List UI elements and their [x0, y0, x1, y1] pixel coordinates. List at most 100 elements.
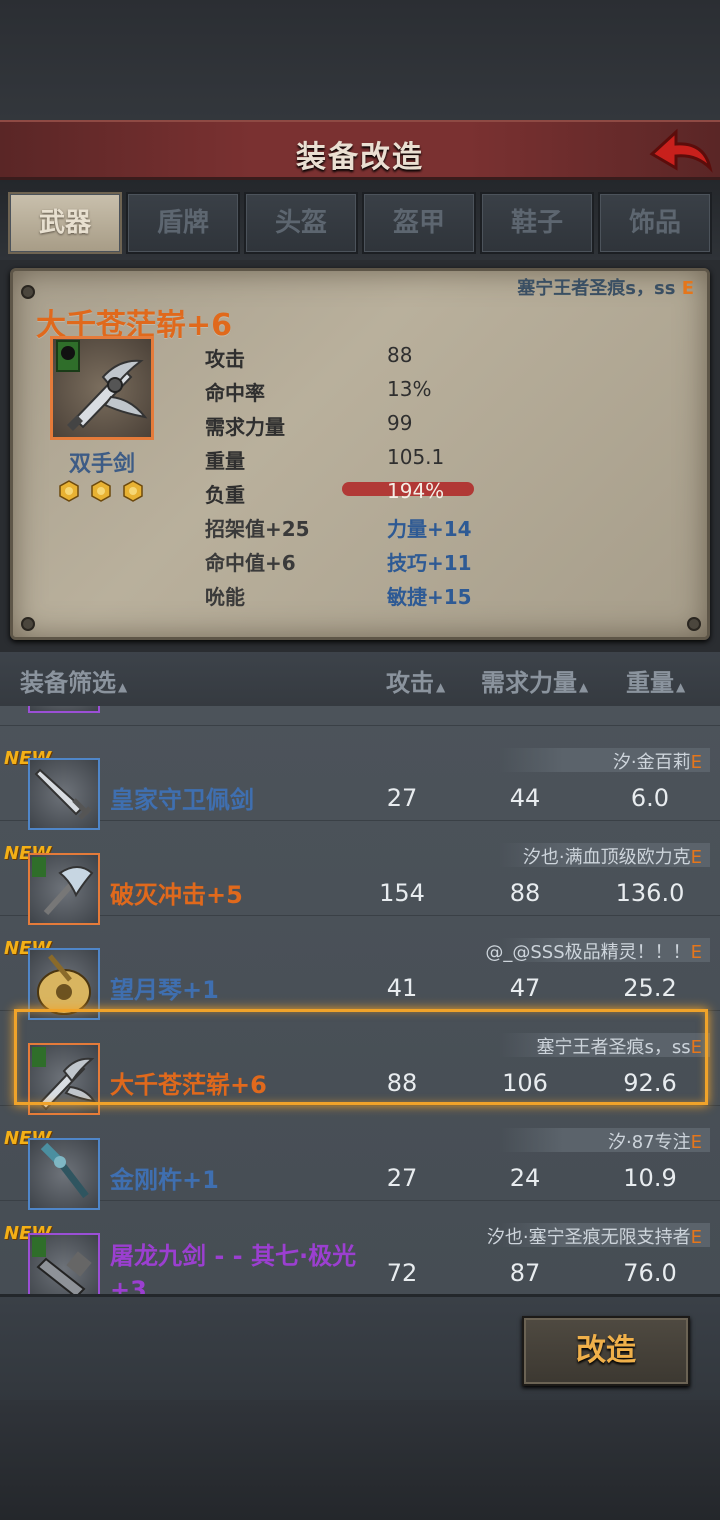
- bottom-area: [0, 1400, 720, 1520]
- item-weight: 76.0: [623, 1259, 677, 1287]
- stat-req-str-label: 需求力量: [205, 415, 285, 439]
- equipment-list[interactable]: 汐·金百莉E NEW 皇家守卫佩剑 27 44 6.0 汐也·满血顶级欧力克E …: [0, 706, 720, 1294]
- stat-hit-rate-label: 命中率: [205, 381, 265, 405]
- page-title: 装备改造: [296, 140, 424, 175]
- list-item-selected[interactable]: 塞宁王者圣痕s，ssE 大千苍茫崭+6 88 106 92.6: [0, 1011, 720, 1115]
- list-item[interactable]: 汐·金百莉E NEW 皇家守卫佩剑 27 44 6.0: [0, 726, 720, 830]
- owner-grade: E: [690, 847, 702, 868]
- item-weight: 136.0: [615, 879, 685, 907]
- item-weight: 25.2: [623, 974, 677, 1002]
- pin-icon: [21, 285, 35, 299]
- owner-name: 汐也·满血顶级欧力克: [522, 847, 691, 868]
- item-plus: +5: [206, 881, 243, 909]
- sword-icon: [28, 758, 100, 830]
- filter-label: 装备筛选: [20, 669, 116, 697]
- pin-icon: [21, 617, 35, 631]
- owner-name: 塞宁王者圣痕s，ss: [517, 278, 676, 299]
- gem-slot-icon: [59, 480, 79, 502]
- header: 装备改造: [0, 120, 720, 180]
- tab-label: 鞋子: [510, 208, 563, 238]
- item-name-text: 大千苍茫崭: [110, 1071, 230, 1099]
- item-plus: +3: [110, 1276, 147, 1294]
- item-type: 双手剑: [68, 452, 135, 477]
- item-owner: 汐也·塞宁圣痕无限支持者E: [487, 1223, 702, 1249]
- item-attack: 41: [386, 974, 418, 1002]
- item-required-strength: 88: [509, 879, 541, 907]
- item-owner: 汐也·满血顶级欧力克E: [523, 843, 702, 869]
- item-name: 大千苍茫崭+6: [110, 1065, 267, 1100]
- tab-accessory[interactable]: 饰品: [598, 192, 712, 254]
- stat-load-value: 194%: [387, 479, 445, 503]
- tab-shield[interactable]: 盾牌: [126, 192, 240, 254]
- pin-icon: [687, 617, 701, 631]
- bonus-left: 吮能: [205, 585, 245, 609]
- gem-slot-icon: [91, 480, 111, 502]
- item-attack: 27: [386, 784, 418, 812]
- item-attack: 27: [386, 1164, 418, 1192]
- owner-grade: E: [690, 1037, 702, 1058]
- stat-attack-value: 88: [387, 343, 413, 367]
- tab-shoes[interactable]: 鞋子: [480, 192, 594, 254]
- stat-weight-value: 105.1: [387, 445, 445, 469]
- tab-label: 饰品: [628, 208, 681, 238]
- item-name-text: 望月琴: [110, 976, 182, 1004]
- stat-load-label: 负重: [205, 483, 245, 507]
- item-attack: 154: [379, 879, 425, 907]
- list-item[interactable]: @_@SSS极品精灵！！！E NEW 望月琴+1 41 47 25.2: [0, 916, 720, 1020]
- item-name-text: 金刚杵: [110, 1166, 182, 1194]
- sort-arrow-icon: ▲: [436, 680, 446, 694]
- stat-hit-rate-value: 13%: [387, 377, 432, 401]
- item-owner: 汐·金百莉E: [613, 748, 702, 774]
- owner-name: @_@SSS极品精灵！！！: [485, 942, 691, 963]
- item-plus: +6: [230, 1071, 267, 1099]
- sort-str-label: 需求力量: [481, 669, 577, 697]
- two-handed-sword-icon: [50, 336, 154, 440]
- tab-weapon[interactable]: 武器: [8, 192, 122, 254]
- item-weight: 6.0: [630, 784, 670, 812]
- item-required-strength: 44: [509, 784, 541, 812]
- tab-helmet[interactable]: 头盔: [244, 192, 358, 254]
- sort-weight-label: 重量: [626, 669, 674, 697]
- owner-name: 塞宁王者圣痕s，ss: [536, 1037, 691, 1058]
- sort-attack[interactable]: 攻击 ▲: [386, 663, 445, 698]
- gem-slot-icon: [123, 480, 143, 502]
- tab-label: 盾牌: [156, 208, 209, 238]
- bonus-right: 技巧+11: [387, 551, 472, 575]
- item-name: 皇家守卫佩剑: [110, 780, 254, 815]
- item-required-strength: 24: [509, 1164, 541, 1192]
- item-owner: 汐·87专注E: [608, 1128, 702, 1154]
- owner-name: 汐·金百莉: [612, 752, 691, 773]
- tab-label: 盔甲: [392, 208, 445, 238]
- sort-arrow-icon: ▲: [118, 680, 128, 694]
- list-item[interactable]: 汐也·满血顶级欧力克E NEW 破灭冲击+5 154 88 136.0: [0, 821, 720, 925]
- item-required-strength: 87: [509, 1259, 541, 1287]
- list-item[interactable]: [0, 706, 720, 726]
- bonus-left: 命中值+6: [205, 551, 296, 575]
- item-attack: 88: [386, 1069, 418, 1097]
- tab-armor[interactable]: 盔甲: [362, 192, 476, 254]
- owner-name: 汐也·塞宁圣痕无限支持者: [486, 1227, 691, 1248]
- reforge-button[interactable]: 改造: [522, 1316, 690, 1386]
- vajra-icon: [28, 1138, 100, 1210]
- stat-attack-label: 攻击: [205, 347, 245, 371]
- item-weight: 10.9: [623, 1164, 677, 1192]
- bonus-left: 招架值+25: [205, 517, 310, 541]
- owner-name: 汐·87专注: [607, 1132, 691, 1153]
- bonus-right: 敏捷+15: [387, 585, 472, 609]
- back-arrow-icon: [649, 128, 713, 173]
- sort-weight[interactable]: 重量 ▲: [626, 663, 685, 698]
- list-item[interactable]: 汐·87专注E NEW 金刚杵+1 27 24 10.9: [0, 1106, 720, 1210]
- two-handed-sword-icon: [28, 1043, 100, 1115]
- item-attack: 72: [386, 1259, 418, 1287]
- greatsword-icon: [28, 1233, 100, 1294]
- item-required-strength: 106: [502, 1069, 548, 1097]
- filter-button[interactable]: 装备筛选 ▲: [20, 663, 127, 698]
- sort-required-strength[interactable]: 需求力量 ▲: [481, 663, 588, 698]
- back-button[interactable]: [646, 124, 714, 180]
- item-plus: +1: [182, 1166, 219, 1194]
- weapon-icon: [28, 706, 100, 713]
- item-name: 破灭冲击+5: [110, 875, 243, 910]
- list-item[interactable]: 汐也·塞宁圣痕无限支持者E NEW 屠龙九剑 - - 其七·极光+3 72 87…: [0, 1201, 720, 1294]
- owner-grade: E: [690, 942, 702, 963]
- sort-arrow-icon: ▲: [676, 680, 686, 694]
